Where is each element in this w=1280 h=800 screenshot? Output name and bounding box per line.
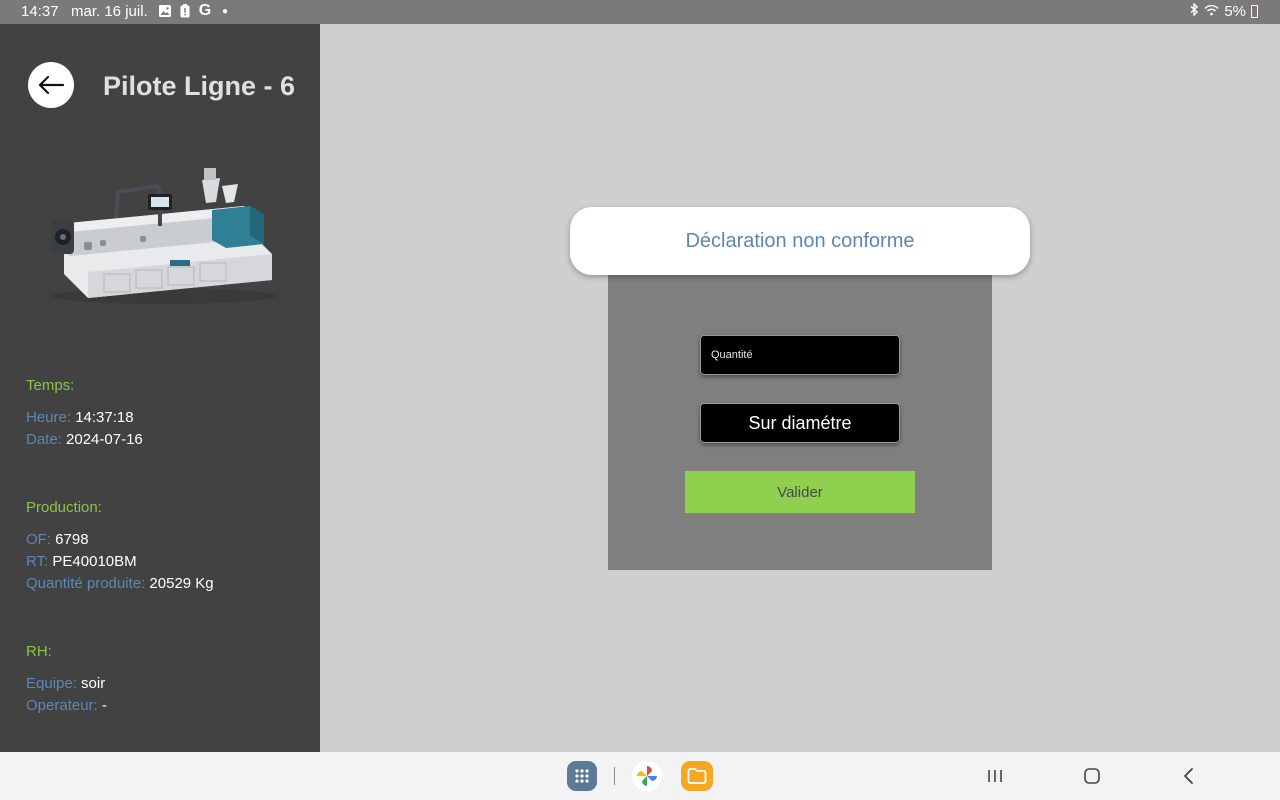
dialog-title: Déclaration non conforme bbox=[685, 229, 915, 252]
app-drawer-button[interactable] bbox=[567, 761, 597, 791]
photos-app-button[interactable] bbox=[632, 761, 662, 791]
quantity-field[interactable] bbox=[700, 335, 900, 375]
heure-row: Heure: 14:37:18 bbox=[26, 409, 134, 426]
rt-value: PE40010BM bbox=[52, 553, 137, 570]
defect-type-select[interactable]: Sur diamétre bbox=[700, 403, 900, 443]
quantity-produced-label: Quantité produite: bbox=[26, 575, 146, 592]
heure-label: Heure: bbox=[26, 409, 72, 426]
notification-icons: G ● bbox=[158, 2, 232, 19]
back-button[interactable] bbox=[28, 62, 74, 108]
of-label: OF: bbox=[26, 531, 51, 548]
home-icon bbox=[1084, 768, 1100, 784]
dot-icon: ● bbox=[221, 5, 229, 17]
home-button[interactable] bbox=[1080, 764, 1104, 788]
validate-button[interactable]: Valider bbox=[685, 471, 915, 513]
chevron-left-icon bbox=[1184, 768, 1193, 784]
quantity-produced-row: Quantité produite: 20529 Kg bbox=[26, 575, 214, 592]
section-rh-title: RH: bbox=[26, 643, 52, 660]
battery-icon bbox=[1251, 5, 1258, 18]
operateur-label: Operateur: bbox=[26, 697, 98, 714]
date-label: Date: bbox=[26, 431, 62, 448]
equipe-label: Equipe: bbox=[26, 675, 77, 692]
recent-apps-button[interactable] bbox=[983, 764, 1007, 788]
folder-icon bbox=[687, 768, 707, 784]
rt-label: RT: bbox=[26, 553, 49, 570]
status-date: mar. 16 juil. bbox=[71, 3, 148, 20]
pinwheel-icon bbox=[637, 766, 657, 786]
battery-alert-icon bbox=[178, 4, 192, 18]
google-icon: G bbox=[198, 2, 212, 19]
sidebar: Pilote Ligne - 6 Temps: Heure: 14:37:18 … bbox=[0, 24, 320, 752]
quantity-input[interactable] bbox=[701, 336, 899, 374]
section-production-title: Production: bbox=[26, 499, 102, 516]
dock-separator bbox=[614, 767, 615, 785]
operateur-row: Operateur: - bbox=[26, 697, 107, 714]
wifi-icon bbox=[1204, 3, 1219, 20]
quantity-produced-value: 20529 Kg bbox=[149, 575, 214, 592]
system-status: 5% bbox=[1189, 2, 1258, 20]
machine-image bbox=[52, 168, 276, 304]
files-app-button[interactable] bbox=[681, 761, 713, 791]
date-value: 2024-07-16 bbox=[66, 431, 143, 448]
of-value: 6798 bbox=[55, 531, 89, 548]
gallery-icon bbox=[158, 4, 172, 18]
system-back-button[interactable] bbox=[1177, 764, 1201, 788]
dialog-header: Déclaration non conforme bbox=[570, 207, 1030, 275]
bluetooth-icon bbox=[1189, 2, 1199, 20]
heure-value: 14:37:18 bbox=[75, 409, 134, 426]
recent-apps-icon bbox=[988, 770, 1002, 782]
page-title: Pilote Ligne - 6 bbox=[103, 71, 296, 101]
arrow-left-icon bbox=[38, 75, 65, 95]
date-row: Date: 2024-07-16 bbox=[26, 431, 143, 448]
grid-icon bbox=[575, 769, 589, 783]
battery-percent: 5% bbox=[1224, 3, 1246, 20]
operateur-value: - bbox=[101, 697, 107, 714]
equipe-value: soir bbox=[81, 675, 106, 692]
status-time: 14:37 bbox=[21, 3, 59, 20]
of-row: OF: 6798 bbox=[26, 531, 89, 548]
status-bar: 14:37 mar. 16 juil. G ● 5% bbox=[0, 0, 1280, 24]
equipe-row: Equipe: soir bbox=[26, 675, 105, 692]
rt-row: RT: PE40010BM bbox=[26, 553, 137, 570]
section-temps-title: Temps: bbox=[26, 377, 75, 394]
